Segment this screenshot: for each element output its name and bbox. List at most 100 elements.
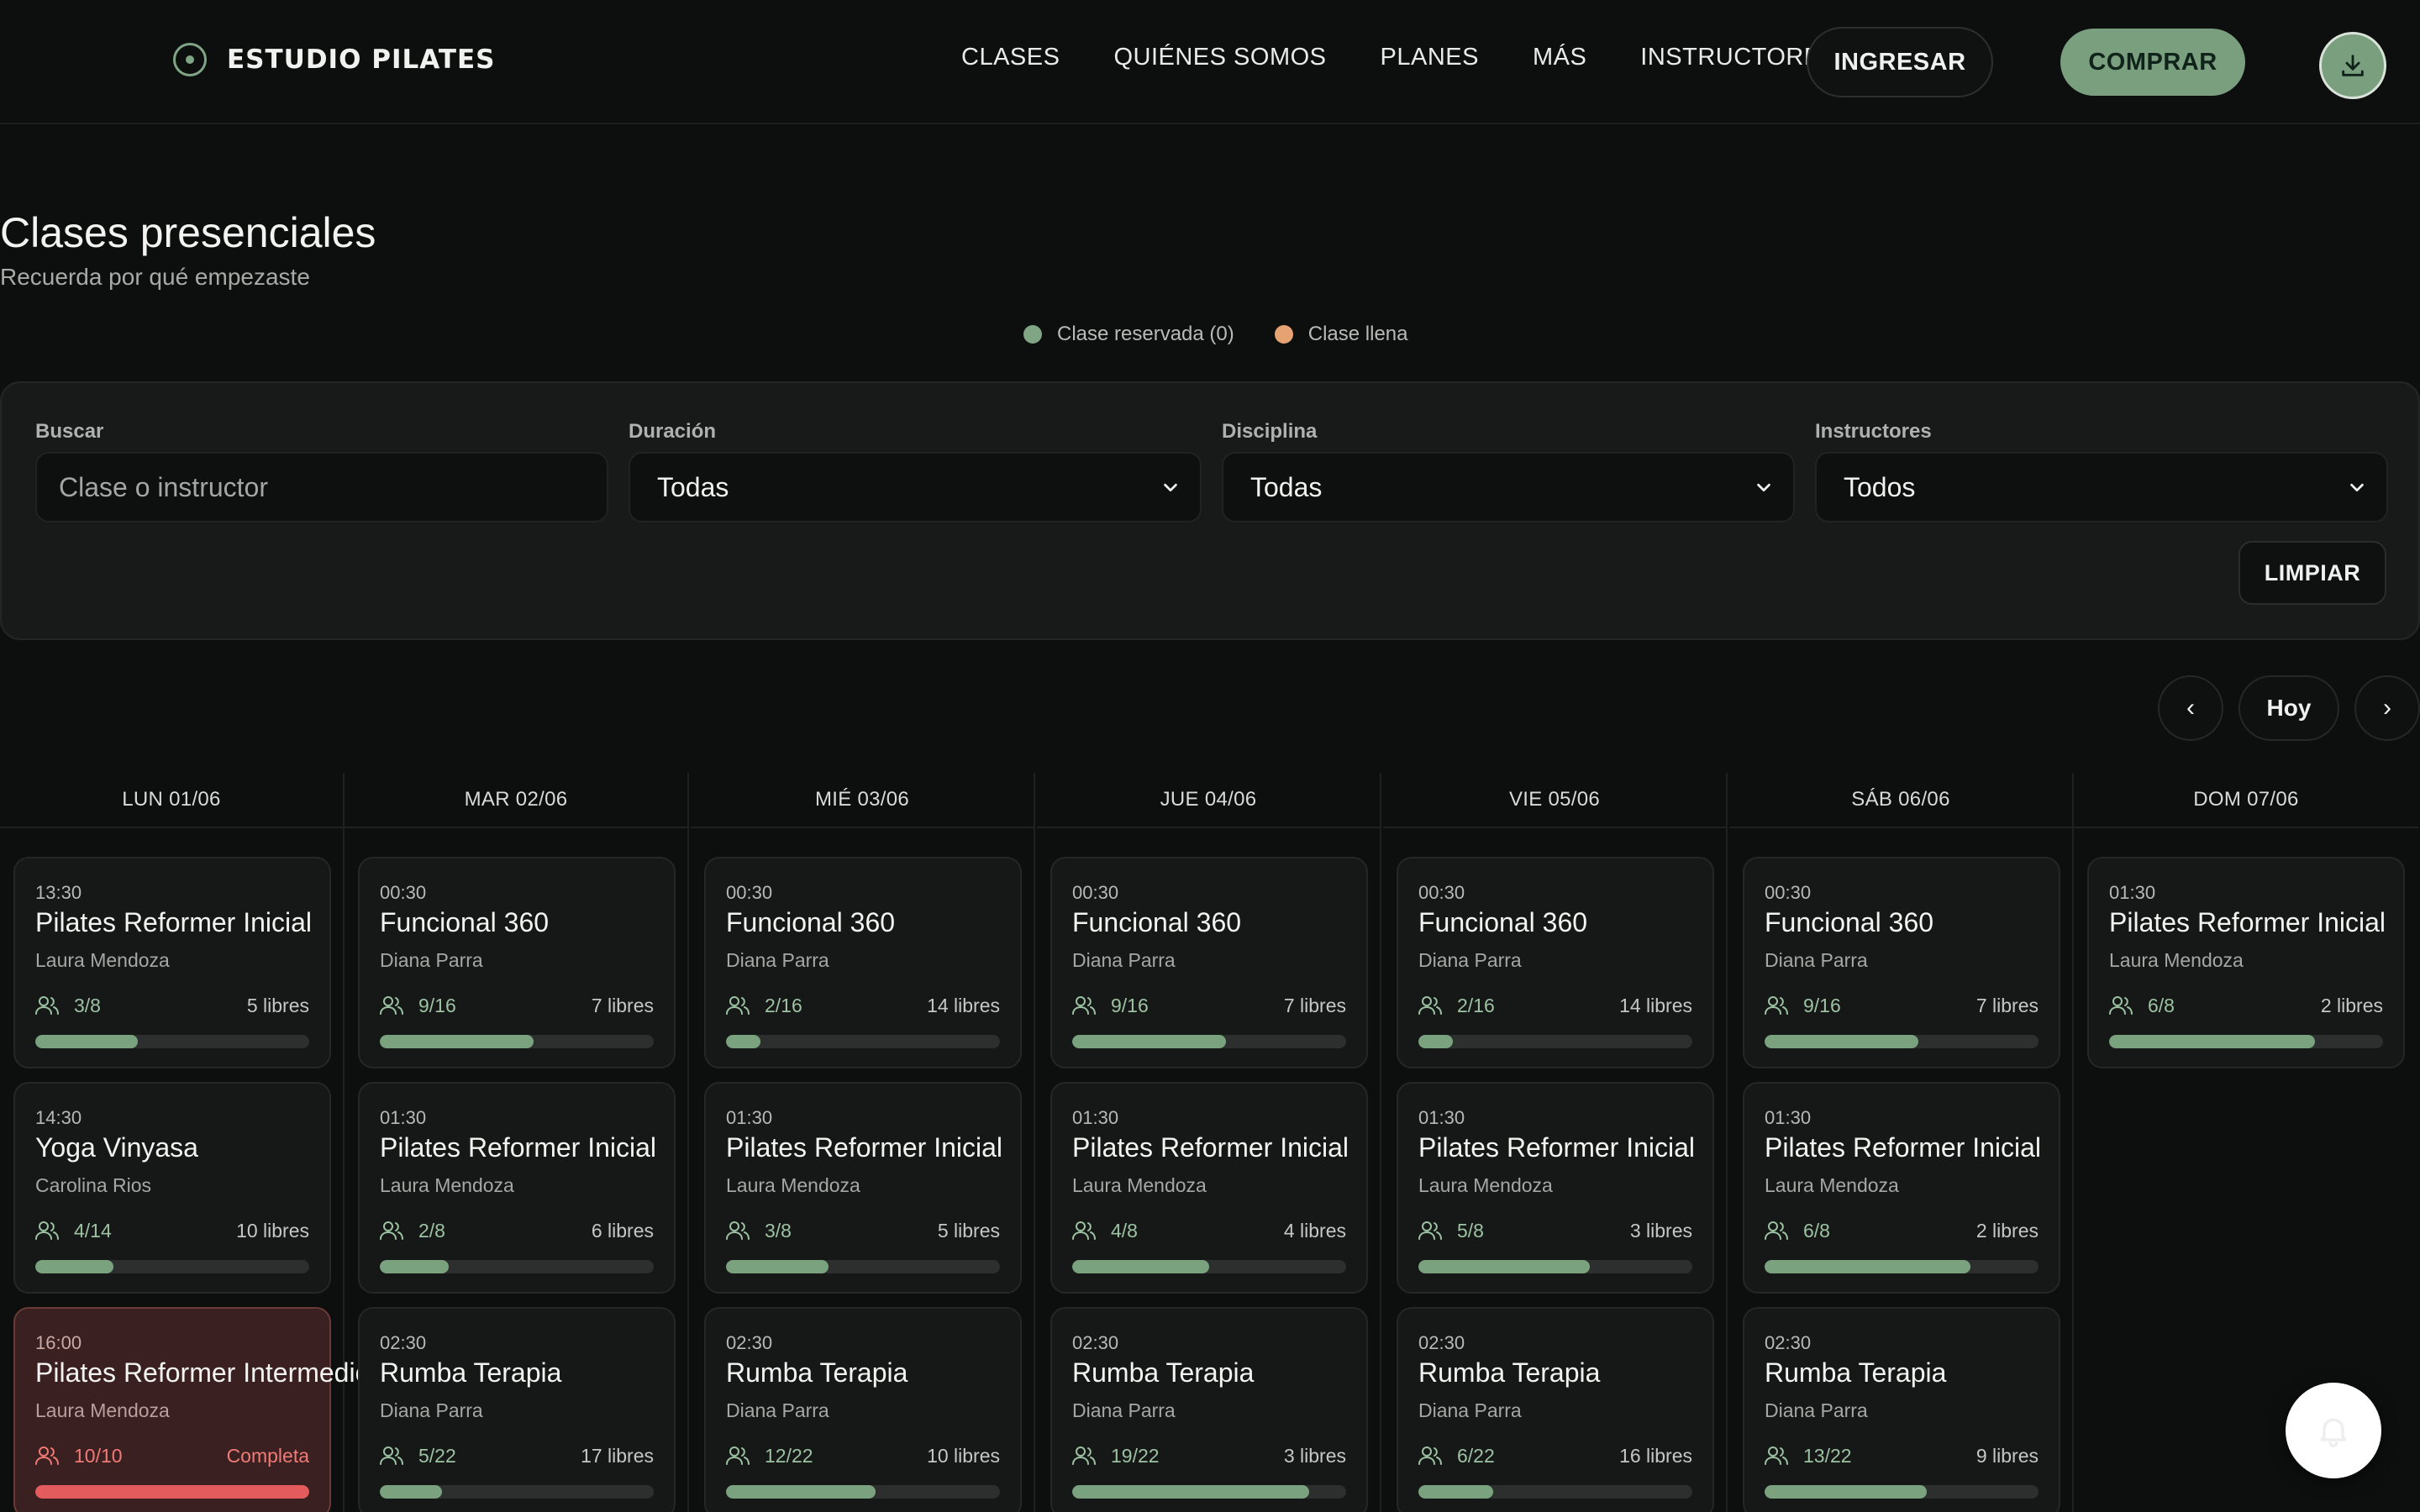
download-button[interactable] [2319, 32, 2386, 99]
class-attendance: 2/16 [1418, 995, 1495, 1017]
class-card[interactable]: 02:30 Rumba Terapia Diana Parra 19/22 3 libr… [1050, 1307, 1368, 1512]
class-name: Pilates Reformer Inicial [1765, 1132, 2041, 1163]
capacity-bar-fill [1418, 1260, 1590, 1273]
users-icon [1418, 996, 1442, 1015]
users-icon [726, 1446, 750, 1465]
class-name: Pilates Reformer Inicial [380, 1132, 656, 1163]
class-name: Funcional 360 [1418, 907, 1588, 937]
duration-select[interactable]: Todas [629, 452, 1202, 522]
class-time: 02:30 [1765, 1332, 1812, 1353]
legend-reserved-label: Clase reservada (0) [1057, 323, 1234, 345]
day-header: DOM 07/06 [2074, 773, 2418, 828]
class-card[interactable]: 13:30 Pilates Reformer Inicial Laura Mendo… [13, 857, 331, 1068]
class-time: 00:30 [726, 882, 773, 903]
class-availability: 2 libres [1975, 1219, 2039, 1242]
today-button[interactable]: Hoy [2238, 675, 2339, 741]
class-capacity-row: 19/22 3 libres [1072, 1443, 1346, 1468]
nav-link-planes[interactable]: PLANES [1381, 44, 1479, 71]
class-card[interactable]: 00:30 Funcional 360 Diana Parra 9/16 7 libre… [358, 857, 676, 1068]
class-capacity-row: 6/8 2 libres [1765, 1218, 2039, 1243]
brand-name: ESTUDIO PILATES [227, 45, 496, 75]
day-header: MIÉ 03/06 [691, 773, 1034, 828]
class-card[interactable]: 02:30 Rumba Terapia Diana Parra 5/22 17 libr… [358, 1307, 676, 1512]
nav-link-clases[interactable]: CLASES [961, 44, 1060, 71]
day-column: LUN 01/06 13:30 Pilates Reformer Inicial La… [0, 773, 370, 1512]
search-input[interactable]: Clase o instructor [35, 452, 608, 522]
capacity-bar [380, 1485, 654, 1499]
class-attendance: 9/16 [1072, 995, 1149, 1017]
chevron-down-icon [2350, 483, 2364, 492]
class-card[interactable]: 02:30 Rumba Terapia Diana Parra 6/22 16 libr… [1397, 1307, 1714, 1512]
buy-button[interactable]: COMPRAR [2060, 29, 2245, 96]
duration-value: Todas [657, 471, 729, 502]
notifications-button[interactable] [2286, 1383, 2381, 1478]
instructors-label: Instructores [1815, 420, 1932, 443]
class-card[interactable]: 14:30 Yoga Vinyasa Carolina Rios 4/14 10 lib… [13, 1082, 331, 1294]
class-card[interactable]: 01:30 Pilates Reformer Inicial Laura Mendo… [358, 1082, 676, 1294]
nav-link-mas[interactable]: MÁS [1533, 44, 1586, 71]
class-availability: 4 libres [1283, 1219, 1346, 1242]
class-time: 00:30 [380, 882, 427, 903]
class-capacity-row: 6/22 16 libres [1418, 1443, 1692, 1468]
brand[interactable]: ESTUDIO PILATES [173, 43, 495, 76]
class-capacity-row: 4/8 4 libres [1072, 1218, 1346, 1243]
filter-instructors: Instructores Todos [1815, 420, 2388, 522]
class-capacity-row: 6/8 2 libres [2109, 993, 2383, 1018]
capacity-bar-fill [1765, 1035, 1919, 1048]
class-card[interactable]: 16:00 Pilates Reformer Intermedio Laura Me… [13, 1307, 370, 1512]
class-time: 01:30 [1418, 1107, 1465, 1128]
instructors-select[interactable]: Todos [1815, 452, 2388, 522]
class-availability: 14 libres [927, 994, 1000, 1016]
capacity-bar [1418, 1035, 1692, 1048]
class-card[interactable]: 00:30 Funcional 360 Diana Parra 2/16 14 libr… [704, 857, 1022, 1068]
class-instructor: Diana Parra [1765, 949, 1868, 971]
nav-link-quienes-somos[interactable]: QUIÉNES SOMOS [1113, 44, 1326, 71]
clear-filters-button[interactable]: LIMPIAR [2238, 541, 2386, 605]
class-count: 13/22 [1803, 1444, 1852, 1467]
day-column: VIE 05/06 00:30 Funcional 360 Diana Parra 2/… [1383, 773, 1728, 1512]
class-card[interactable]: 01:30 Pilates Reformer Inicial Laura Mendo… [1050, 1082, 1368, 1294]
class-card[interactable]: 02:30 Rumba Terapia Diana Parra 12/22 10 lib… [704, 1307, 1022, 1512]
capacity-bar [1072, 1035, 1346, 1048]
class-card[interactable]: 01:30 Pilates Reformer Inicial Laura Mendo… [2087, 857, 2405, 1068]
class-card[interactable]: 00:30 Funcional 360 Diana Parra 9/16 7 libre… [1050, 857, 1368, 1068]
prev-week-button[interactable]: ‹ [2158, 675, 2223, 741]
class-card[interactable]: 02:30 Rumba Terapia Diana Parra 13/22 9 libr… [1743, 1307, 2060, 1512]
navbar: ESTUDIO PILATES CLASES QUIÉNES SOMOS PLA… [0, 0, 2420, 124]
class-card[interactable]: 00:30 Funcional 360 Diana Parra 2/16 14 libr… [1397, 857, 1714, 1068]
class-attendance: 6/22 [1418, 1445, 1495, 1467]
chevron-down-icon [1164, 483, 1177, 492]
class-card[interactable]: 00:30 Funcional 360 Diana Parra 9/16 7 libre… [1743, 857, 2060, 1068]
capacity-bar-fill [1765, 1485, 1927, 1499]
class-capacity-row: 9/16 7 libres [1072, 993, 1346, 1018]
class-card[interactable]: 01:30 Pilates Reformer Inicial Laura Mendo… [1397, 1082, 1714, 1294]
day-column: MIÉ 03/06 00:30 Funcional 360 Diana Parra 2/… [691, 773, 1035, 1512]
capacity-bar-fill [380, 1260, 449, 1273]
class-capacity-row: 4/14 10 libres [35, 1218, 309, 1243]
class-name: Rumba Terapia [726, 1357, 908, 1388]
login-button[interactable]: INGRESAR [1807, 27, 1993, 97]
class-capacity-row: 9/16 7 libres [380, 993, 654, 1018]
day-column: SÁB 06/06 00:30 Funcional 360 Diana Parra 9/… [1729, 773, 2074, 1512]
users-icon [35, 1221, 59, 1240]
class-instructor: Diana Parra [1072, 1399, 1176, 1421]
class-instructor: Diana Parra [726, 949, 829, 971]
class-card[interactable]: 01:30 Pilates Reformer Inicial Laura Mendo… [1743, 1082, 2060, 1294]
capacity-bar-fill [726, 1035, 760, 1048]
class-time: 01:30 [1765, 1107, 1812, 1128]
day-header: VIE 05/06 [1383, 773, 1726, 828]
capacity-bar-fill [1765, 1260, 1970, 1273]
discipline-select[interactable]: Todas [1222, 452, 1795, 522]
class-attendance: 13/22 [1765, 1445, 1852, 1467]
class-count: 2/8 [418, 1219, 445, 1242]
download-icon [2342, 55, 2364, 76]
capacity-bar [35, 1485, 309, 1499]
class-time: 01:30 [2109, 882, 2156, 903]
class-instructor: Laura Mendoza [2109, 949, 2244, 971]
legend-full: Clase llena [1274, 323, 1407, 346]
class-availability: 2 libres [2320, 994, 2383, 1016]
legend-reserved: Clase reservada (0) [1023, 323, 1234, 346]
users-icon [2109, 996, 2133, 1015]
class-card[interactable]: 01:30 Pilates Reformer Inicial Laura Mendo… [704, 1082, 1022, 1294]
next-week-button[interactable]: › [2354, 675, 2420, 741]
